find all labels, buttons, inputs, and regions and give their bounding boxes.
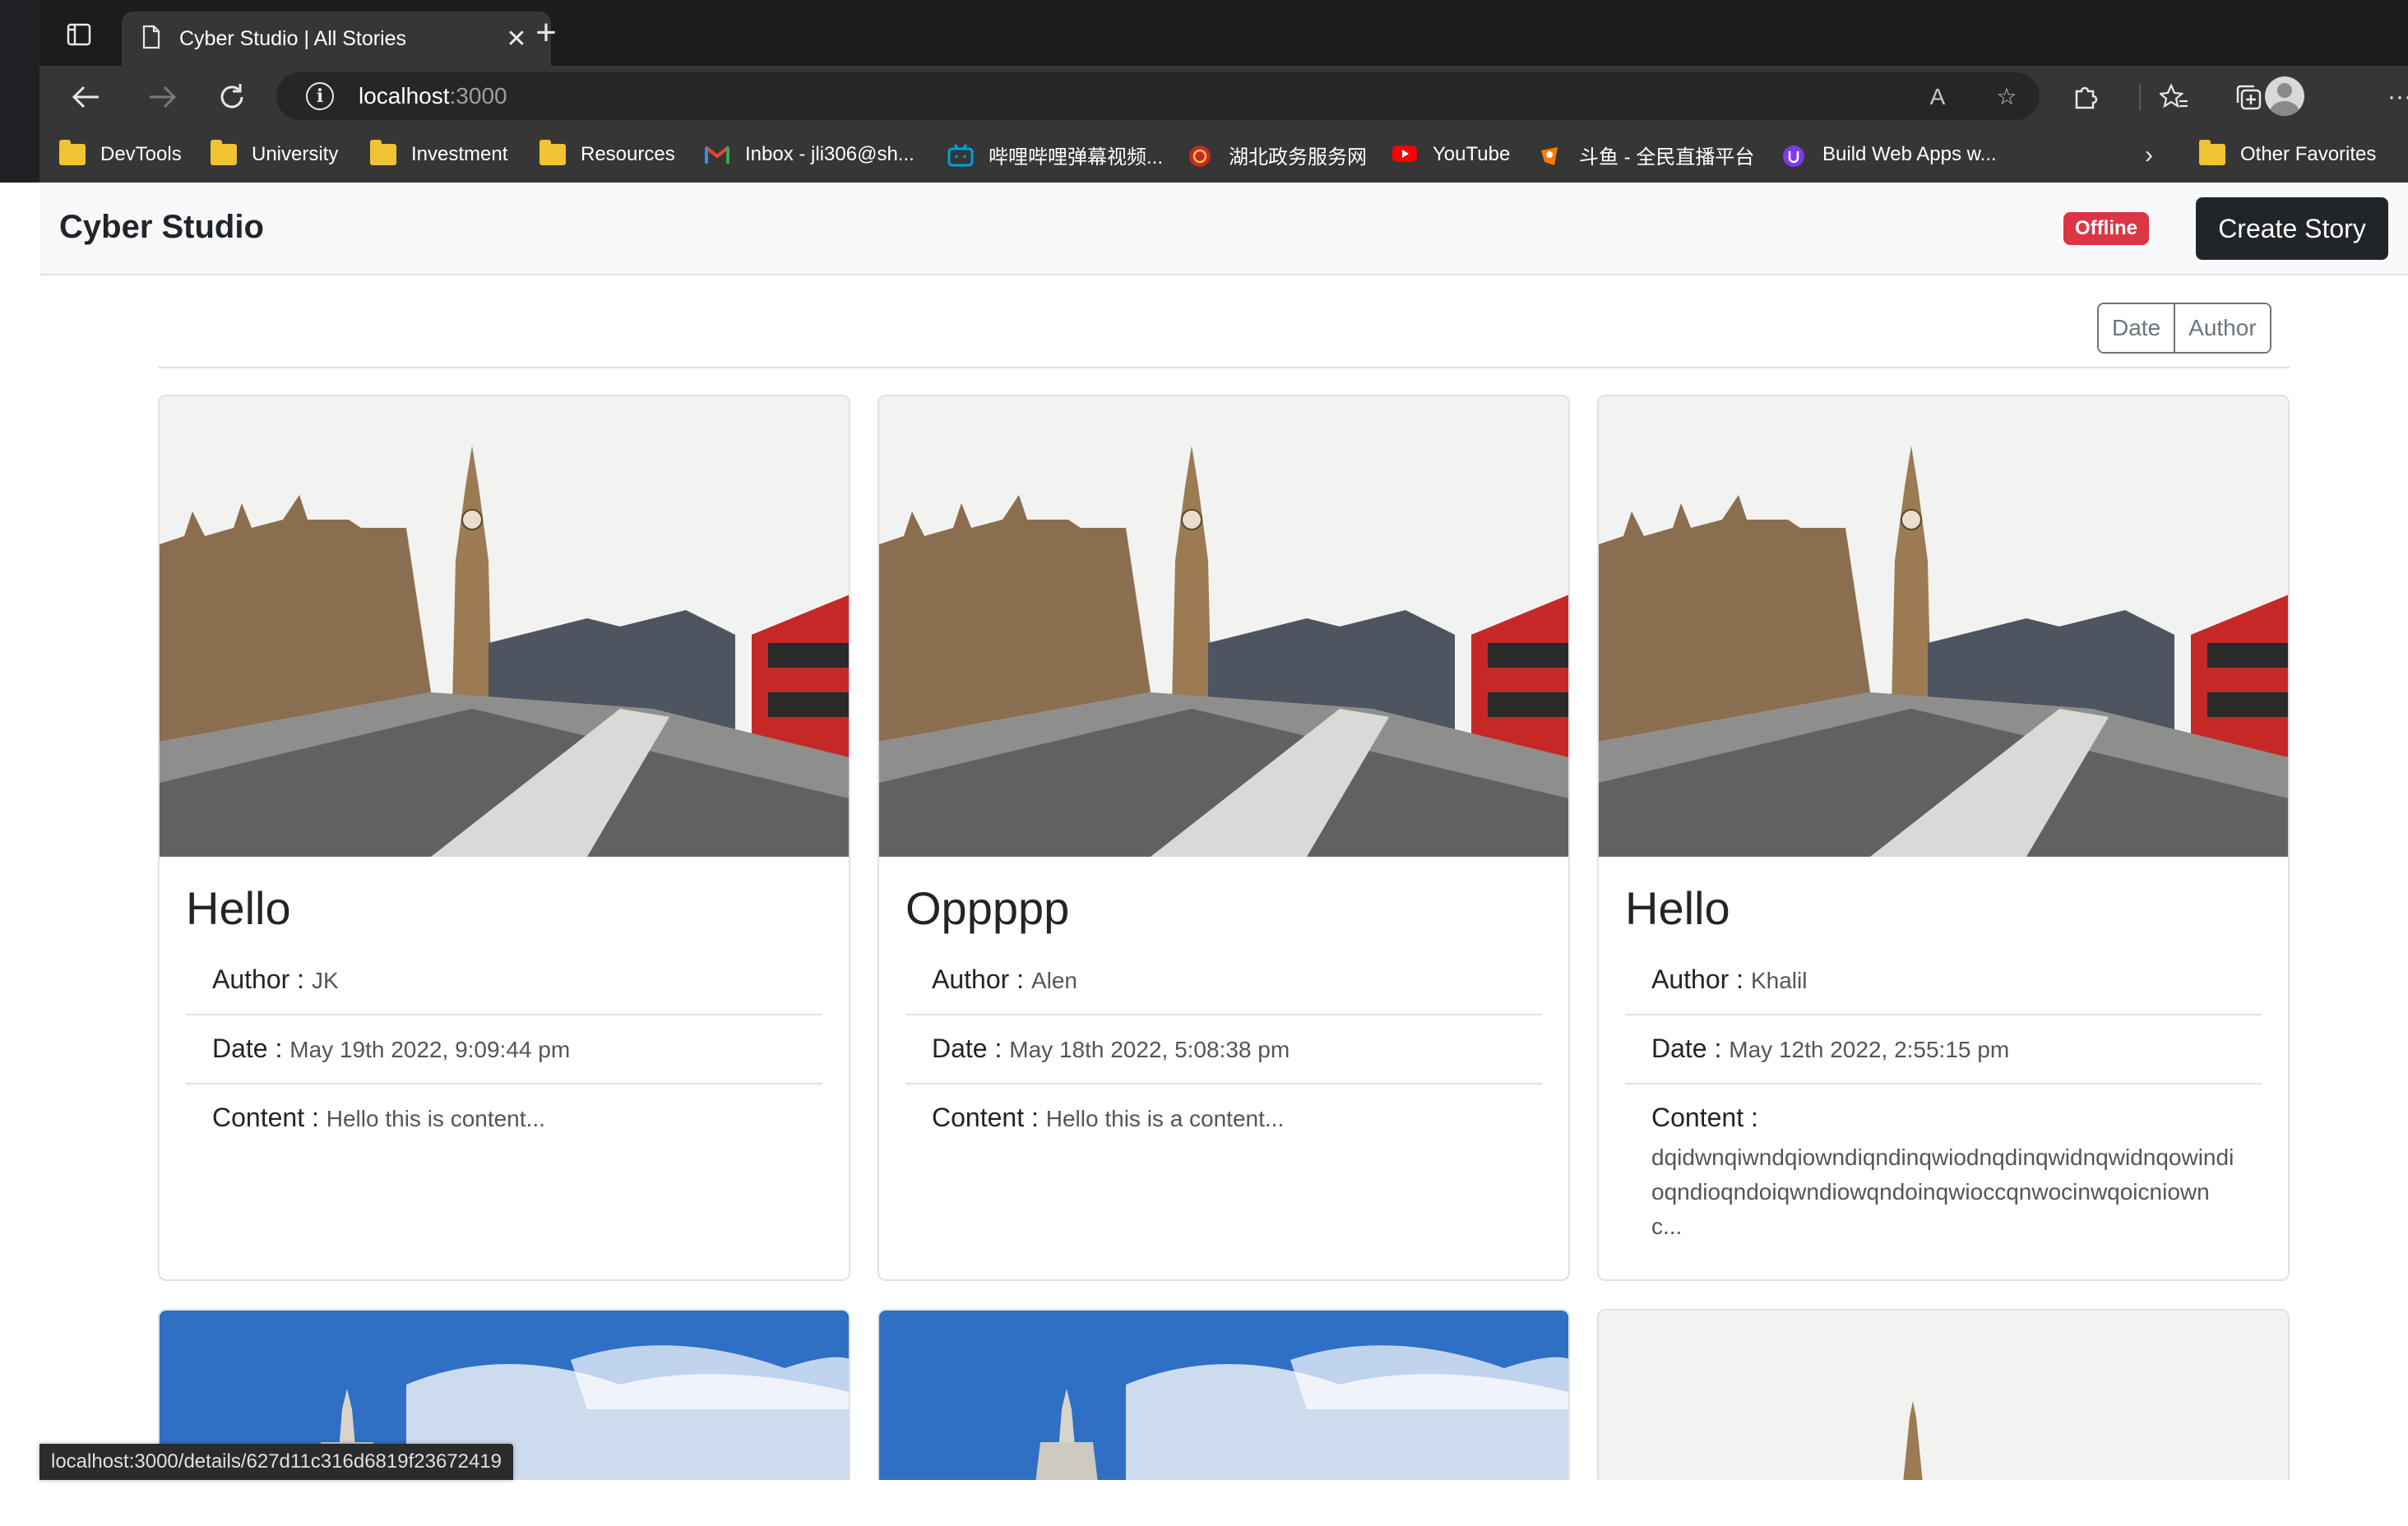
- content-row: Content : dqidwnqiwndqiowndiqndinqwiodnqd…: [1625, 1084, 2262, 1262]
- bookmark-investment[interactable]: Investment: [370, 138, 507, 171]
- story-meta-list: Author : Khalil Date : May 12th 2022, 2:…: [1625, 946, 2262, 1262]
- collections-icon[interactable]: [2230, 79, 2267, 115]
- bookmarks-bar: DevTools University Investment Resources…: [39, 127, 2408, 183]
- bookmark-hubei-gov[interactable]: 湖北政务服务网: [1188, 138, 1367, 171]
- more-menu-icon[interactable]: ···: [2382, 79, 2408, 115]
- story-image: [879, 1311, 1568, 1482]
- story-card[interactable]: Oppppp Author : Alen Date : May 18th 202…: [878, 395, 1570, 1281]
- story-title: Oppppp: [905, 882, 1070, 934]
- bookmark-inbox[interactable]: Inbox - jli306@sh...: [704, 138, 915, 171]
- folder-icon: [370, 140, 396, 165]
- read-aloud-icon[interactable]: A: [1923, 82, 1952, 112]
- author-row: Author : JK: [186, 946, 822, 1015]
- bookmark-douyu[interactable]: 斗鱼 - 全民直播平台: [1538, 138, 1754, 171]
- extensions-icon[interactable]: [2068, 79, 2104, 115]
- page-bottom: [39, 1480, 2408, 1526]
- story-title: Hello: [186, 882, 291, 934]
- bilibili-icon: [947, 144, 974, 167]
- gov-icon: [1188, 144, 1214, 167]
- brand-link[interactable]: Cyber Studio: [59, 209, 264, 246]
- toolbar: i localhost:3000 A ☆ ···: [39, 66, 2408, 127]
- bookmark-youtube[interactable]: YouTube: [1392, 138, 1510, 171]
- tab-bar: Cyber Studio | All Stories ✕ +: [39, 0, 2408, 66]
- tab-active[interactable]: Cyber Studio | All Stories ✕: [122, 12, 551, 66]
- toolbar-divider: [2139, 84, 2141, 110]
- content-row: Content : Hello this is content...: [212, 1103, 545, 1132]
- folder-icon: [59, 140, 86, 165]
- create-story-button[interactable]: Create Story: [2196, 197, 2388, 260]
- favorites-icon[interactable]: [2156, 79, 2193, 115]
- story-meta-list: Author : JK Date : May 19th 2022, 9:09:4…: [186, 946, 822, 1152]
- content-value: dqidwnqiwndqiowndiqndinqwiodnqdinqwidnqw…: [1651, 1144, 2234, 1239]
- vite-icon: [1781, 144, 1808, 167]
- sort-author-button[interactable]: Author: [2174, 304, 2270, 352]
- refresh-icon[interactable]: [214, 79, 250, 115]
- story-card[interactable]: Hello Author : Khalil Date : May 12th 20…: [1597, 395, 2290, 1281]
- bookmark-bilibili[interactable]: 哔哩哔哩弹幕视频...: [947, 138, 1163, 171]
- sort-button-group: Date Author: [2097, 303, 2271, 354]
- youtube-icon: [1392, 144, 1418, 165]
- date-row: Date : May 12th 2022, 2:55:15 pm: [1625, 1015, 2262, 1084]
- folder-icon: [539, 140, 566, 165]
- tab-title: Cyber Studio | All Stories: [179, 26, 407, 50]
- date-value: May 18th 2022, 5:08:38 pm: [1009, 1037, 1290, 1062]
- new-tab-icon[interactable]: +: [528, 15, 564, 53]
- bookmark-devtools[interactable]: DevTools: [59, 138, 182, 171]
- left-margin: [0, 0, 39, 1526]
- date-value: May 12th 2022, 2:55:15 pm: [1729, 1037, 2010, 1062]
- close-tab-icon[interactable]: ✕: [502, 25, 531, 53]
- card-body: Oppppp Author : Alen Date : May 18th 202…: [905, 857, 1542, 1152]
- douyu-icon: [1538, 144, 1564, 165]
- forward-icon[interactable]: [145, 79, 181, 115]
- author-row: Author : Khalil: [1625, 946, 2262, 1015]
- tab-actions-icon[interactable]: [63, 18, 95, 51]
- author-value: JK: [311, 968, 339, 993]
- story-image: [1599, 1311, 2288, 1482]
- folder-icon: [211, 140, 237, 165]
- chevron-right-icon[interactable]: ›: [2145, 141, 2153, 169]
- story-meta-list: Author : Alen Date : May 18th 2022, 5:08…: [905, 946, 1542, 1152]
- content-value: Hello this is a content...: [1045, 1106, 1285, 1131]
- card-body: Hello Author : Khalil Date : May 12th 20…: [1625, 857, 2262, 1262]
- content-value: Hello this is content...: [326, 1106, 545, 1131]
- browser-chrome: Cyber Studio | All Stories ✕ + i localho…: [39, 0, 2408, 183]
- date-row: Date : May 18th 2022, 5:08:38 pm: [905, 1015, 1542, 1084]
- app-navbar: Cyber Studio Offline Create Story: [39, 183, 2408, 275]
- card-body: Hello Author : JK Date : May 19th 2022, …: [186, 857, 822, 1152]
- story-card-partial[interactable]: [1597, 1309, 2290, 1482]
- story-image: [160, 396, 849, 857]
- content-row: Content : Hello this is a content...: [932, 1103, 1285, 1132]
- add-favorite-icon[interactable]: ☆: [1992, 82, 2021, 112]
- back-icon[interactable]: [67, 79, 104, 115]
- author-value: Alen: [1030, 968, 1077, 993]
- story-card[interactable]: Hello Author : JK Date : May 19th 2022, …: [158, 395, 850, 1281]
- story-image: [879, 396, 1568, 857]
- author-value: Khalil: [1750, 968, 1808, 993]
- gmail-icon: [704, 144, 730, 165]
- bookmark-resources[interactable]: Resources: [539, 138, 675, 171]
- divider: [158, 367, 2290, 368]
- story-image: [1599, 396, 2288, 857]
- address-bar[interactable]: i localhost:3000 A ☆: [276, 72, 2040, 120]
- profile-avatar-icon[interactable]: [2265, 76, 2304, 116]
- folder-icon: [2199, 140, 2225, 165]
- site-info-icon[interactable]: i: [306, 82, 334, 110]
- left-margin-dark: [0, 0, 39, 183]
- story-title: Hello: [1625, 882, 1730, 934]
- page-icon: [141, 25, 161, 53]
- date-value: May 19th 2022, 9:09:44 pm: [289, 1037, 571, 1062]
- bookmark-other-favorites[interactable]: Other Favorites: [2199, 138, 2376, 171]
- author-row: Author : Alen: [905, 946, 1542, 1015]
- url-text: localhost:3000: [359, 83, 507, 109]
- status-badge: Offline: [2063, 212, 2149, 245]
- date-row: Date : May 19th 2022, 9:09:44 pm: [186, 1015, 822, 1084]
- bookmark-build-web-apps[interactable]: Build Web Apps w...: [1781, 138, 1997, 171]
- link-status-bar: localhost:3000/details/627d11c316d6819f2…: [39, 1444, 514, 1480]
- story-card-partial[interactable]: [878, 1309, 1570, 1482]
- sort-date-button[interactable]: Date: [2099, 304, 2174, 352]
- bookmark-university[interactable]: University: [211, 138, 338, 171]
